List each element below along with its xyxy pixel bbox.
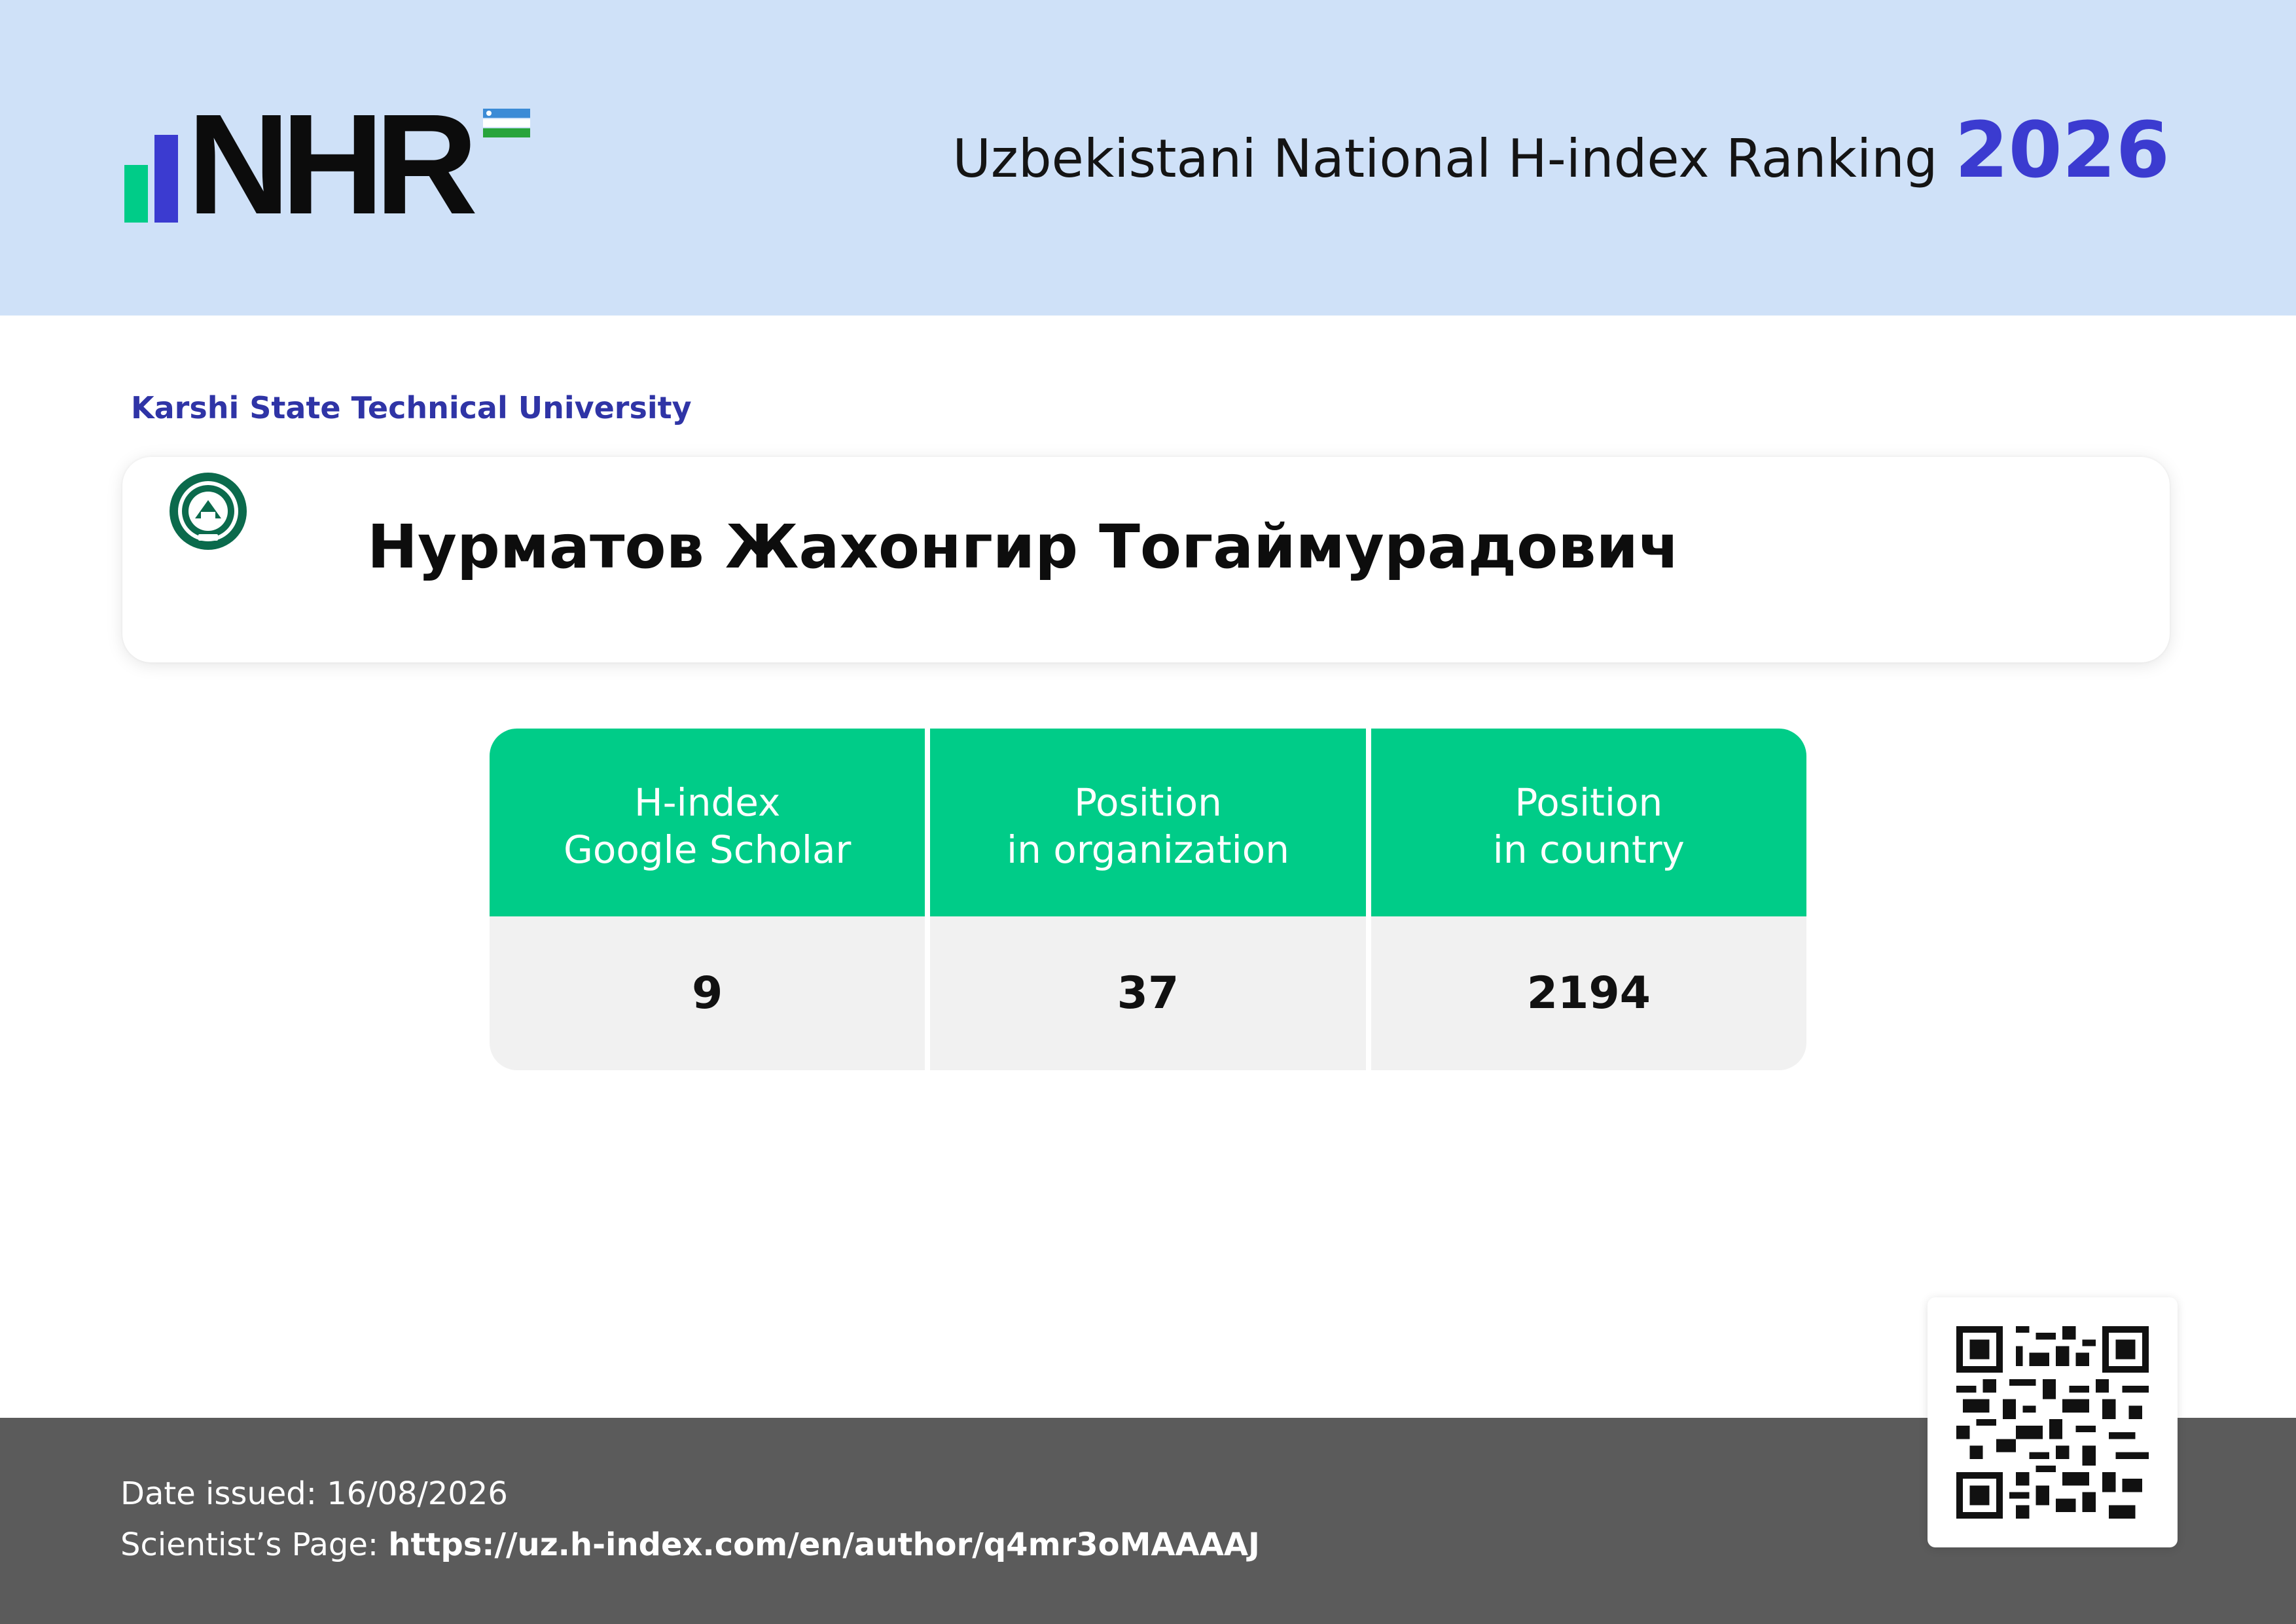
stat-value-hindex: 9 [490,916,925,1070]
scientist-page-link[interactable]: https://uz.h-index.com/en/author/q4mr3oM… [388,1526,1260,1563]
qr-code-icon[interactable] [1956,1326,2149,1519]
date-issued-label: Date issued: [120,1475,317,1512]
stat-column-hindex: H-index Google Scholar 9 [490,729,925,1070]
header-banner: NHR Uzbekistani National H-index Ranking… [0,0,2296,316]
stat-header-line2: in country [1492,827,1685,872]
qr-code-card [1928,1297,2178,1547]
logo-wordmark: NHR [187,85,478,244]
ranking-title-text: Uzbekistani National H-index Ranking [952,128,1938,189]
organization-name: Karshi State Technical University [131,390,692,425]
stat-header: Position in organization [930,729,1366,916]
stat-value-organization: 37 [930,916,1366,1070]
bar-chart-logo-icon [124,135,178,223]
stat-header-line2: Google Scholar [563,827,852,872]
date-issued: Date issued: 16/08/2026 [120,1475,508,1512]
scientist-page-label: Scientist’s Page: [120,1526,379,1563]
stat-header-line1: Position [1074,780,1222,825]
stat-header-line1: H-index [634,780,781,825]
stats-table: H-index Google Scholar 9 Position in org… [490,729,1806,1070]
date-issued-value: 16/08/2026 [327,1475,508,1512]
scientist-name: Нурматов Жахонгир Тогаймурадович [367,512,1680,582]
university-seal-icon [170,473,247,550]
stat-header: Position in country [1371,729,1806,916]
stat-value-country: 2194 [1371,916,1806,1070]
stat-header-line1: Position [1515,780,1663,825]
scientist-page: Scientist’s Page: https://uz.h-index.com… [120,1526,1260,1563]
ranking-title: Uzbekistani National H-index Ranking 202… [952,105,2170,196]
stat-header-line2: in organization [1007,827,1289,872]
nhr-logo: NHR [124,94,537,236]
scientist-card: Нурматов Жахонгир Тогаймурадович [122,457,2170,662]
stat-column-country: Position in country 2194 [1371,729,1806,1070]
uzbekistan-flag-icon [483,109,530,137]
stat-column-organization: Position in organization 37 [930,729,1366,1070]
stat-header: H-index Google Scholar [490,729,925,916]
ranking-year: 2026 [1954,105,2170,195]
